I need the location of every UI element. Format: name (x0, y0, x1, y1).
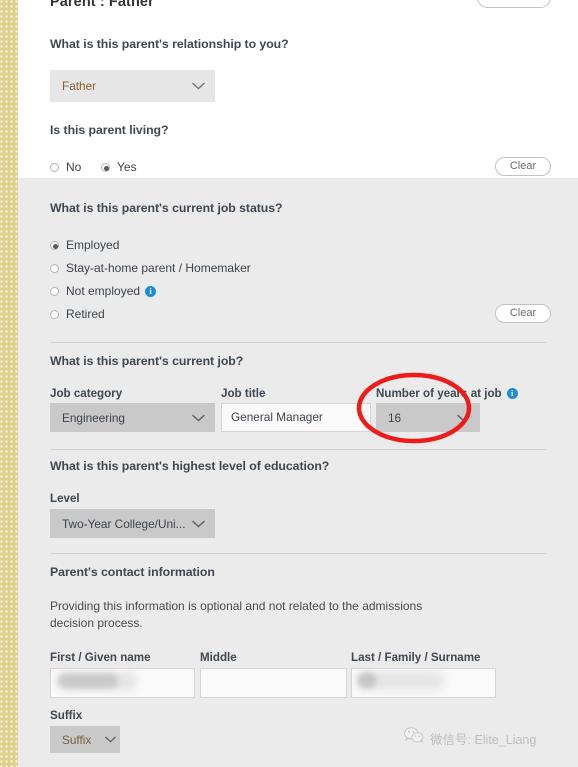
application-form-page: Parent : Father Reset All What is this p… (0, 0, 578, 767)
living-radio-no[interactable]: No (50, 160, 81, 174)
living-radio-yes-label: Yes (117, 160, 137, 174)
clear-job-status-button[interactable]: Clear (495, 304, 551, 323)
middle-name-label: Middle (200, 651, 237, 664)
job-years-label-text: Number of years at job (376, 387, 502, 400)
relationship-select-value: Father (62, 79, 97, 93)
chevron-down-icon (452, 414, 474, 422)
job-years-value: 16 (388, 410, 402, 425)
job-status-radio-retired[interactable]: Retired (50, 307, 105, 321)
job-status-radio-homemaker[interactable]: Stay-at-home parent / Homemaker (50, 261, 251, 275)
job-title-input[interactable]: General Manager (221, 403, 371, 432)
radio-indicator (50, 309, 59, 319)
radio-indicator (50, 240, 59, 250)
page-title: Parent : Father (50, 0, 154, 10)
divider (50, 342, 546, 343)
last-name-label: Last / Family / Surname (351, 651, 481, 664)
radio-indicator (50, 162, 59, 172)
question-relationship: What is this parent's relationship to yo… (50, 37, 289, 51)
wechat-icon (404, 727, 424, 749)
watermark-text: 微信号: Elite_Liang (430, 732, 537, 747)
job-status-radio-employed[interactable]: Employed (50, 238, 119, 252)
living-radio-no-label: No (66, 160, 82, 174)
job-years-label: Number of years at job i (376, 387, 518, 400)
job-status-option-label: Retired (66, 307, 105, 321)
middle-name-input[interactable] (200, 668, 347, 698)
question-current-job: What is this parent's current job? (50, 354, 244, 368)
info-icon[interactable]: i (145, 285, 157, 297)
education-level-label: Level (50, 492, 80, 505)
job-years-select[interactable]: 16 (376, 403, 480, 432)
watermark: 微信号: Elite_Liang (404, 727, 536, 749)
living-radio-yes[interactable]: Yes (101, 160, 137, 174)
info-icon[interactable]: i (506, 388, 518, 399)
clear-living-button[interactable]: Clear (495, 157, 551, 176)
suffix-label: Suffix (50, 709, 83, 722)
redacted-last-name (358, 673, 376, 688)
radio-indicator (101, 162, 110, 172)
job-status-radio-not-employed[interactable]: Not employed i (50, 284, 157, 298)
chevron-down-icon (102, 736, 118, 743)
radio-indicator (50, 286, 59, 296)
first-name-label: First / Given name (50, 651, 151, 664)
job-status-option-label: Not employed (66, 284, 141, 298)
chevron-down-icon (187, 520, 209, 528)
reset-all-button[interactable]: Reset All (477, 0, 551, 8)
question-living: Is this parent living? (50, 123, 169, 137)
suffix-select[interactable]: Suffix (50, 726, 120, 753)
job-category-label: Job category (50, 387, 123, 400)
gold-accent-stripe (0, 0, 18, 767)
job-status-option-label: Stay-at-home parent / Homemaker (66, 261, 251, 275)
job-status-option-label: Employed (66, 238, 120, 252)
radio-indicator (50, 263, 59, 273)
contact-note: Providing this information is optional a… (50, 599, 423, 630)
job-category-select[interactable]: Engineering (50, 403, 215, 432)
question-job-status: What is this parent's current job status… (50, 201, 283, 215)
job-category-value: Engineering (62, 410, 125, 425)
contact-heading: Parent's contact information (50, 565, 215, 579)
suffix-select-value: Suffix (62, 732, 92, 747)
job-title-label: Job title (221, 387, 266, 400)
education-level-value: Two-Year College/Uni... (62, 516, 186, 531)
chevron-down-icon (187, 414, 209, 422)
education-level-select[interactable]: Two-Year College/Uni... (50, 509, 215, 538)
relationship-select[interactable]: Father (50, 70, 215, 102)
redacted-first-name (58, 674, 118, 688)
divider (50, 449, 546, 450)
question-education: What is this parent's highest level of e… (50, 459, 330, 473)
divider (50, 553, 546, 554)
chevron-down-icon (187, 82, 209, 90)
